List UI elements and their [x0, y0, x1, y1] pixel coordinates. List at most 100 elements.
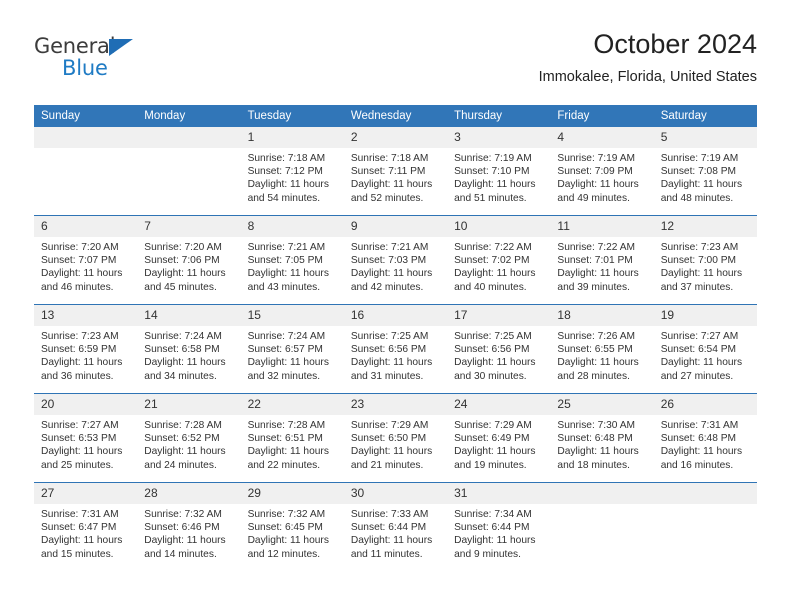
sunrise-time: Sunrise: 7:20 AM	[41, 242, 119, 253]
calendar-day-cell[interactable]: 12 Sunrise: 7:23 AM Sunset: 7:00 PM Dayligh…	[653, 215, 757, 305]
daylight-duration-line1: Daylight: 11 hours	[41, 446, 123, 458]
calendar-day-cell[interactable]: 31 Sunrise: 7:34 AM Sunset: 6:44 PM Dayligh…	[447, 482, 551, 571]
sunset-time: Sunset: 6:55 PM	[557, 344, 633, 356]
daylight-duration-line2: and 9 minutes.	[454, 548, 521, 560]
general-blue-logo[interactable]: General Blue	[34, 34, 164, 82]
calendar-day-cell[interactable]: 30 Sunrise: 7:33 AM Sunset: 6:44 PM Dayligh…	[343, 482, 448, 571]
calendar-day-cell[interactable]: 26 Sunrise: 7:31 AM Sunset: 6:48 PM Dayligh…	[653, 393, 757, 483]
day-number: 31	[447, 483, 551, 504]
day-details: Sunrise: 7:25 AM Sunset: 6:56 PM Daylight:…	[447, 326, 550, 383]
daylight-duration-line1: Daylight: 11 hours	[454, 268, 536, 280]
sunset-time: Sunset: 7:08 PM	[660, 166, 737, 178]
daylight-duration-line2: and 27 minutes.	[660, 370, 734, 382]
day-cell-content: 18 Sunrise: 7:26 AM Sunset: 6:55 PM Dayligh…	[550, 305, 654, 393]
sunset-time: Sunset: 6:49 PM	[454, 433, 530, 445]
sunset-time: Sunset: 7:09 PM	[557, 166, 633, 178]
calendar-day-cell[interactable]: 22 Sunrise: 7:28 AM Sunset: 6:51 PM Dayligh…	[240, 393, 344, 483]
calendar-day-cell[interactable]: 29 Sunrise: 7:32 AM Sunset: 6:45 PM Dayligh…	[240, 482, 344, 571]
calendar-day-cell[interactable]: 17 Sunrise: 7:25 AM Sunset: 6:56 PM Dayligh…	[447, 304, 551, 394]
calendar-day-cell[interactable]: 1 Sunrise: 7:18 AM Sunset: 7:12 PM Daylight…	[240, 127, 344, 216]
calendar-day-cell[interactable]: 15 Sunrise: 7:24 AM Sunset: 6:57 PM Dayligh…	[240, 304, 344, 394]
daylight-duration-line2: and 40 minutes.	[454, 281, 527, 293]
calendar-day-cell[interactable]: 25 Sunrise: 7:30 AM Sunset: 6:48 PM Dayligh…	[550, 393, 654, 483]
calendar-week-row: 27 Sunrise: 7:31 AM Sunset: 6:47 PM Dayligh…	[34, 482, 757, 571]
sunrise-sunset-calendar: Sunday Monday Tuesday Wednesday Thursday…	[34, 105, 757, 571]
sunrise-time: Sunrise: 7:31 AM	[41, 509, 119, 520]
calendar-day-cell[interactable]: 24 Sunrise: 7:29 AM Sunset: 6:49 PM Dayligh…	[447, 393, 551, 483]
sunrise-time: Sunrise: 7:25 AM	[454, 331, 532, 342]
daylight-duration-line1: Daylight: 11 hours	[454, 535, 536, 547]
day-details: Sunrise: 7:31 AM Sunset: 6:47 PM Daylight:…	[34, 504, 137, 561]
logo-word-blue: Blue	[62, 56, 108, 80]
calendar-day-cell[interactable]	[653, 482, 757, 571]
calendar-day-cell[interactable]: 8 Sunrise: 7:21 AM Sunset: 7:05 PM Daylight…	[240, 215, 344, 305]
daylight-duration-line1: Daylight: 11 hours	[350, 268, 433, 280]
calendar-day-cell[interactable]	[550, 482, 654, 571]
calendar-day-cell[interactable]: 27 Sunrise: 7:31 AM Sunset: 6:47 PM Dayligh…	[34, 482, 138, 571]
calendar-day-cell[interactable]: 13 Sunrise: 7:23 AM Sunset: 6:59 PM Dayligh…	[34, 304, 138, 394]
calendar-day-cell[interactable]: 19 Sunrise: 7:27 AM Sunset: 6:54 PM Dayligh…	[653, 304, 757, 394]
calendar-day-cell[interactable]: 14 Sunrise: 7:24 AM Sunset: 6:58 PM Dayligh…	[137, 304, 241, 394]
calendar-day-cell[interactable]: 10 Sunrise: 7:22 AM Sunset: 7:02 PM Dayligh…	[447, 215, 551, 305]
daylight-duration-line1: Daylight: 11 hours	[454, 357, 536, 369]
calendar-day-cell[interactable]: 11 Sunrise: 7:22 AM Sunset: 7:01 PM Dayligh…	[550, 215, 654, 305]
sunrise-time: Sunrise: 7:18 AM	[247, 153, 326, 164]
day-cell-content: 7 Sunrise: 7:20 AM Sunset: 7:06 PM Daylight…	[137, 216, 241, 304]
calendar-day-cell[interactable]: 6 Sunrise: 7:20 AM Sunset: 7:07 PM Daylight…	[34, 215, 138, 305]
calendar-week-row: 1 Sunrise: 7:18 AM Sunset: 7:12 PM Daylight…	[34, 127, 757, 216]
calendar-day-cell[interactable]	[137, 127, 241, 216]
sunset-time: Sunset: 6:56 PM	[350, 344, 427, 356]
daylight-duration-line2: and 25 minutes.	[41, 459, 114, 471]
sunrise-time: Sunrise: 7:27 AM	[41, 420, 119, 431]
weekday-header-sunday: Sunday	[34, 105, 138, 127]
weekday-header-saturday: Saturday	[653, 105, 757, 127]
calendar-day-cell[interactable]: 2 Sunrise: 7:18 AM Sunset: 7:11 PM Daylight…	[343, 127, 448, 216]
day-number: 15	[240, 305, 344, 326]
sunrise-time: Sunrise: 7:25 AM	[350, 331, 429, 342]
calendar-day-cell[interactable]: 16 Sunrise: 7:25 AM Sunset: 6:56 PM Dayligh…	[343, 304, 448, 394]
calendar-day-cell[interactable]: 18 Sunrise: 7:26 AM Sunset: 6:55 PM Dayligh…	[550, 304, 654, 394]
calendar-day-cell[interactable]: 9 Sunrise: 7:21 AM Sunset: 7:03 PM Daylight…	[343, 215, 448, 305]
day-details	[550, 504, 653, 508]
day-cell-content: 31 Sunrise: 7:34 AM Sunset: 6:44 PM Dayligh…	[447, 483, 551, 571]
day-cell-content: 20 Sunrise: 7:27 AM Sunset: 6:53 PM Dayligh…	[34, 394, 138, 482]
day-number: 29	[240, 483, 344, 504]
sunrise-time: Sunrise: 7:24 AM	[247, 331, 326, 342]
calendar-day-cell[interactable]: 20 Sunrise: 7:27 AM Sunset: 6:53 PM Dayligh…	[34, 393, 138, 483]
calendar-day-cell[interactable]	[34, 127, 138, 216]
day-details: Sunrise: 7:33 AM Sunset: 6:44 PM Daylight:…	[344, 504, 447, 561]
sunrise-time: Sunrise: 7:18 AM	[350, 153, 429, 164]
day-number: 11	[550, 216, 654, 237]
calendar-day-cell[interactable]: 28 Sunrise: 7:32 AM Sunset: 6:46 PM Dayligh…	[137, 482, 241, 571]
day-cell-content: 21 Sunrise: 7:28 AM Sunset: 6:52 PM Dayligh…	[137, 394, 241, 482]
day-cell-content: 1 Sunrise: 7:18 AM Sunset: 7:12 PM Daylight…	[240, 127, 344, 215]
day-cell-content: 4 Sunrise: 7:19 AM Sunset: 7:09 PM Daylight…	[550, 127, 654, 215]
day-details: Sunrise: 7:27 AM Sunset: 6:54 PM Daylight:…	[654, 326, 757, 383]
day-number	[34, 127, 138, 148]
calendar-day-cell[interactable]: 3 Sunrise: 7:19 AM Sunset: 7:10 PM Daylight…	[447, 127, 551, 216]
day-number: 24	[447, 394, 551, 415]
calendar-day-cell[interactable]: 4 Sunrise: 7:19 AM Sunset: 7:09 PM Daylight…	[550, 127, 654, 216]
calendar-day-cell[interactable]: 7 Sunrise: 7:20 AM Sunset: 7:06 PM Daylight…	[137, 215, 241, 305]
sunset-time: Sunset: 6:46 PM	[144, 522, 220, 534]
sunrise-time: Sunrise: 7:28 AM	[247, 420, 326, 431]
day-cell-content: 9 Sunrise: 7:21 AM Sunset: 7:03 PM Daylight…	[343, 216, 448, 304]
calendar-day-cell[interactable]: 23 Sunrise: 7:29 AM Sunset: 6:50 PM Dayligh…	[343, 393, 448, 483]
day-cell-content: 14 Sunrise: 7:24 AM Sunset: 6:58 PM Dayligh…	[137, 305, 241, 393]
daylight-duration-line1: Daylight: 11 hours	[41, 268, 123, 280]
sunrise-time: Sunrise: 7:30 AM	[557, 420, 635, 431]
daylight-duration-line1: Daylight: 11 hours	[144, 446, 226, 458]
sunset-time: Sunset: 7:11 PM	[350, 166, 426, 178]
calendar-day-cell[interactable]: 5 Sunrise: 7:19 AM Sunset: 7:08 PM Daylight…	[653, 127, 757, 216]
day-details: Sunrise: 7:18 AM Sunset: 7:11 PM Daylight:…	[344, 148, 447, 205]
day-details: Sunrise: 7:20 AM Sunset: 7:06 PM Daylight:…	[137, 237, 240, 294]
sunset-time: Sunset: 6:59 PM	[41, 344, 117, 356]
calendar-day-cell[interactable]: 21 Sunrise: 7:28 AM Sunset: 6:52 PM Dayligh…	[137, 393, 241, 483]
day-number: 7	[137, 216, 241, 237]
day-number: 26	[653, 394, 757, 415]
logo-word-general: General	[34, 34, 116, 58]
day-cell-content	[137, 127, 241, 215]
day-number: 18	[550, 305, 654, 326]
sunrise-time: Sunrise: 7:21 AM	[247, 242, 326, 253]
sunrise-time: Sunrise: 7:19 AM	[454, 153, 532, 164]
